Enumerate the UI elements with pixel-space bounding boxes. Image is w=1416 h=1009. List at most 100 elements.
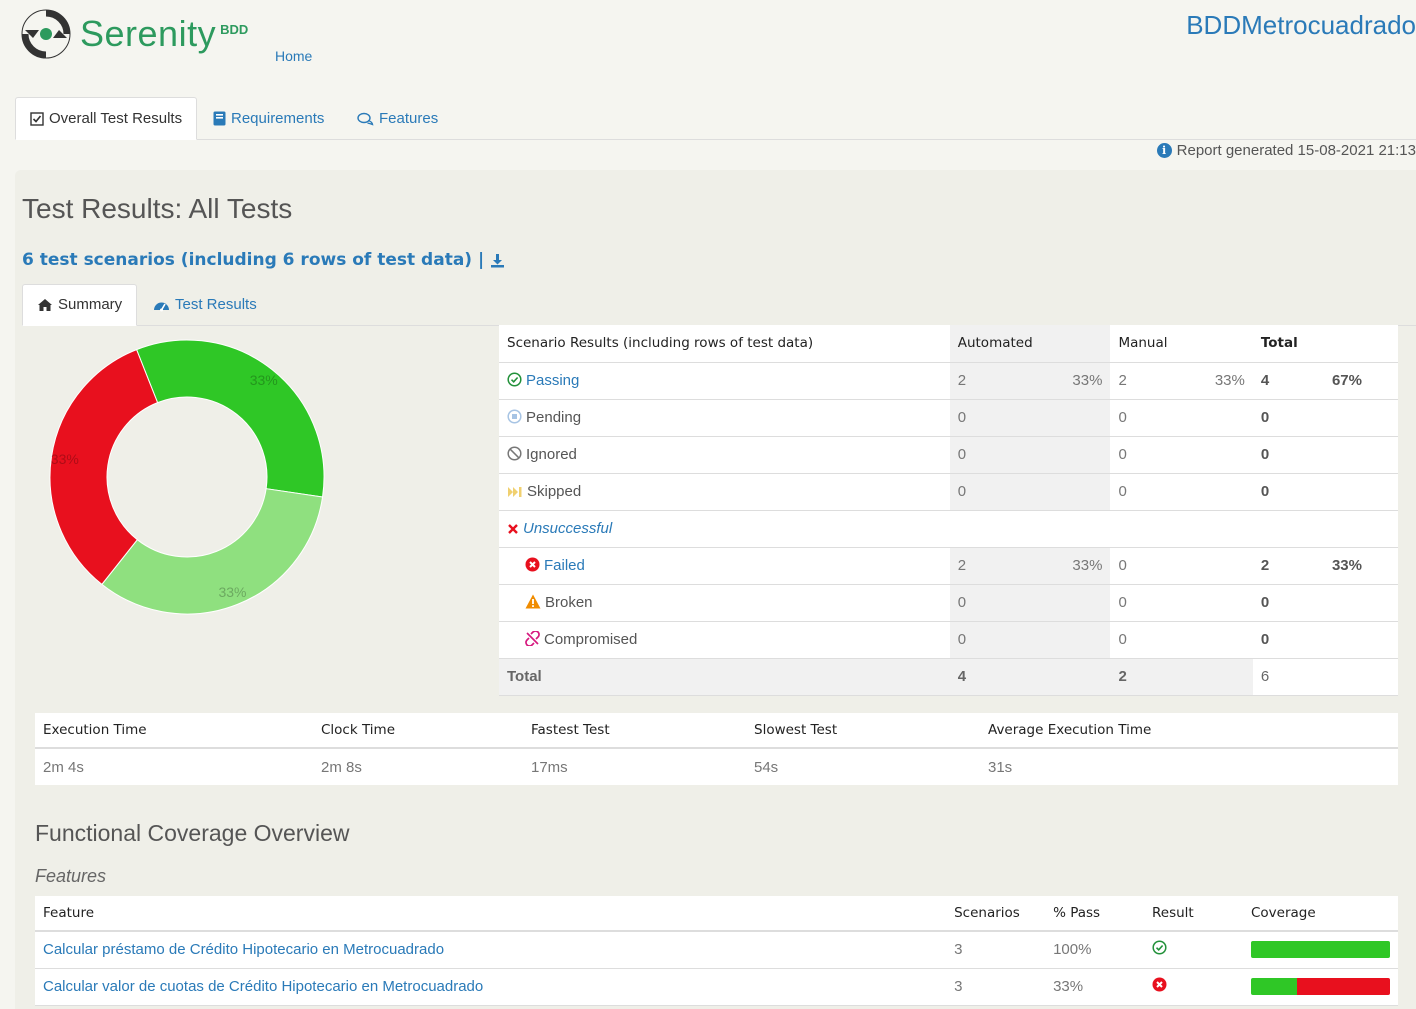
automated-count: 2 bbox=[949, 362, 1041, 400]
feature-cell: Calcular préstamo de Crédito Hipotecario… bbox=[35, 931, 947, 969]
column-header: Clock Time bbox=[313, 713, 523, 749]
empty-cell bbox=[1182, 658, 1253, 696]
scenario-count-link[interactable]: 6 test scenarios (including 6 rows of te… bbox=[22, 250, 505, 270]
tab-requirements[interactable]: Requirements bbox=[199, 97, 338, 140]
donut-slice[interactable] bbox=[101, 488, 324, 615]
sub-tabs: Summary Test Results bbox=[22, 284, 1416, 326]
row-label[interactable]: Failed bbox=[499, 547, 950, 585]
home-icon bbox=[38, 299, 52, 311]
automated-pct bbox=[1040, 584, 1111, 622]
column-header bbox=[1182, 325, 1253, 363]
serenity-logo[interactable]: Serenity BDD bbox=[20, 8, 248, 60]
logo-suffix: BDD bbox=[220, 21, 249, 37]
result-cell bbox=[1144, 931, 1243, 969]
total-pct bbox=[1323, 399, 1398, 437]
execution-time-table: Execution Time Clock Time Fastest Test S… bbox=[35, 713, 1398, 785]
automated-pct bbox=[1040, 473, 1111, 511]
average-execution-value: 31s bbox=[980, 748, 1398, 785]
tab-test-results[interactable]: Test Results bbox=[139, 284, 271, 326]
row-label[interactable]: Unsuccessful bbox=[499, 510, 950, 548]
feature-link[interactable]: Calcular valor de cuotas de Crédito Hipo… bbox=[43, 978, 483, 995]
report-generated: i Report generated 15-08-2021 21:13 bbox=[1156, 142, 1416, 159]
total-count: 0 bbox=[1252, 473, 1324, 511]
table-header-row: Feature Scenarios % Pass Result Coverage bbox=[35, 896, 1398, 932]
unsuccessful-link[interactable]: Unsuccessful bbox=[523, 520, 612, 537]
automated-count: 0 bbox=[949, 473, 1041, 511]
tab-overall-test-results[interactable]: Overall Test Results bbox=[15, 97, 198, 140]
report-generated-text: Report generated 15-08-2021 21:13 bbox=[1176, 142, 1416, 159]
column-header bbox=[1323, 325, 1398, 363]
chat-icon bbox=[357, 112, 374, 126]
total-count: 0 bbox=[1252, 399, 1324, 437]
automated-count: 0 bbox=[949, 621, 1041, 659]
compromised-label: Compromised bbox=[544, 631, 638, 648]
row-label: Broken bbox=[499, 584, 950, 622]
empty-cell bbox=[949, 510, 1398, 548]
donut-slice[interactable] bbox=[135, 339, 325, 498]
donut-slice-label: 33% bbox=[218, 584, 246, 600]
passing-link[interactable]: Passing bbox=[526, 372, 579, 389]
column-header: Slowest Test bbox=[746, 713, 980, 749]
table-header-row: Execution Time Clock Time Fastest Test S… bbox=[35, 713, 1398, 749]
row-label[interactable]: Passing bbox=[499, 362, 950, 400]
pass-pct-cell: 100% bbox=[1045, 931, 1145, 969]
feature-link[interactable]: Calcular préstamo de Crédito Hipotecario… bbox=[43, 941, 444, 958]
logo-text: Serenity bbox=[80, 13, 217, 54]
donut-slice-label: 33% bbox=[51, 451, 79, 467]
result-row-total: Total 4 2 6 bbox=[499, 658, 1398, 696]
column-header: Automated bbox=[949, 325, 1041, 363]
failed-link[interactable]: Failed bbox=[544, 557, 585, 574]
column-header: Manual bbox=[1110, 325, 1183, 363]
automated-count: 0 bbox=[949, 436, 1041, 474]
broken-link-icon bbox=[525, 631, 540, 646]
column-header: Result bbox=[1144, 896, 1243, 932]
scenarios-cell: 3 bbox=[946, 968, 1046, 1006]
column-header: Total bbox=[1252, 325, 1324, 363]
pending-icon bbox=[507, 409, 522, 424]
x-icon bbox=[508, 524, 518, 534]
execution-time-value: 2m 4s bbox=[35, 748, 313, 785]
manual-pct bbox=[1182, 436, 1253, 474]
tab-label: Test Results bbox=[175, 296, 257, 313]
home-link[interactable]: Home bbox=[275, 48, 312, 64]
donut-slice-label: 33% bbox=[250, 372, 278, 388]
row-label: Compromised bbox=[499, 621, 950, 659]
x-circle-icon bbox=[525, 557, 540, 572]
warning-icon bbox=[525, 594, 541, 609]
feature-cell: Calcular valor de cuotas de Crédito Hipo… bbox=[35, 968, 947, 1006]
coverage-bar bbox=[1251, 941, 1390, 959]
info-icon: i bbox=[1156, 143, 1172, 158]
check-circle-icon bbox=[507, 372, 522, 387]
manual-count: 0 bbox=[1110, 547, 1183, 585]
column-header: Scenarios bbox=[946, 896, 1046, 932]
result-cell bbox=[1144, 968, 1243, 1006]
scenario-results-table: Scenario Results (including rows of test… bbox=[499, 325, 1398, 696]
manual-pct bbox=[1182, 399, 1253, 437]
tab-label: Summary bbox=[58, 296, 123, 313]
table-header-row: Scenario Results (including rows of test… bbox=[499, 325, 1398, 363]
total-count: 2 bbox=[1252, 547, 1324, 585]
download-icon[interactable] bbox=[490, 253, 505, 268]
automated-count: 2 bbox=[949, 547, 1041, 585]
table-row: Calcular valor de cuotas de Crédito Hipo… bbox=[35, 968, 1398, 1006]
table-row: 2m 4s 2m 8s 17ms 54s 31s bbox=[35, 748, 1398, 785]
x-circle-icon bbox=[1152, 977, 1167, 992]
tab-summary[interactable]: Summary bbox=[22, 284, 138, 326]
total-count: 4 bbox=[1252, 362, 1324, 400]
scenarios-cell: 3 bbox=[946, 931, 1046, 969]
total-pct bbox=[1323, 436, 1398, 474]
result-row-skipped: Skipped 0 0 0 bbox=[499, 473, 1398, 511]
manual-count: 0 bbox=[1110, 584, 1183, 622]
skipped-label: Skipped bbox=[527, 483, 582, 500]
fastest-test-value: 17ms bbox=[523, 748, 746, 785]
manual-count: 0 bbox=[1110, 399, 1183, 437]
manual-count: 0 bbox=[1110, 473, 1183, 511]
tab-label: Requirements bbox=[231, 110, 325, 127]
coverage-cell bbox=[1243, 931, 1398, 969]
manual-count: 0 bbox=[1110, 621, 1183, 659]
header: Serenity BDD Home BDDMetrocuadrado bbox=[0, 0, 1416, 95]
automated-total: 4 bbox=[949, 658, 1041, 696]
column-header: Scenario Results (including rows of test… bbox=[499, 325, 950, 363]
tab-features[interactable]: Features bbox=[343, 97, 452, 140]
skip-icon bbox=[508, 487, 522, 497]
